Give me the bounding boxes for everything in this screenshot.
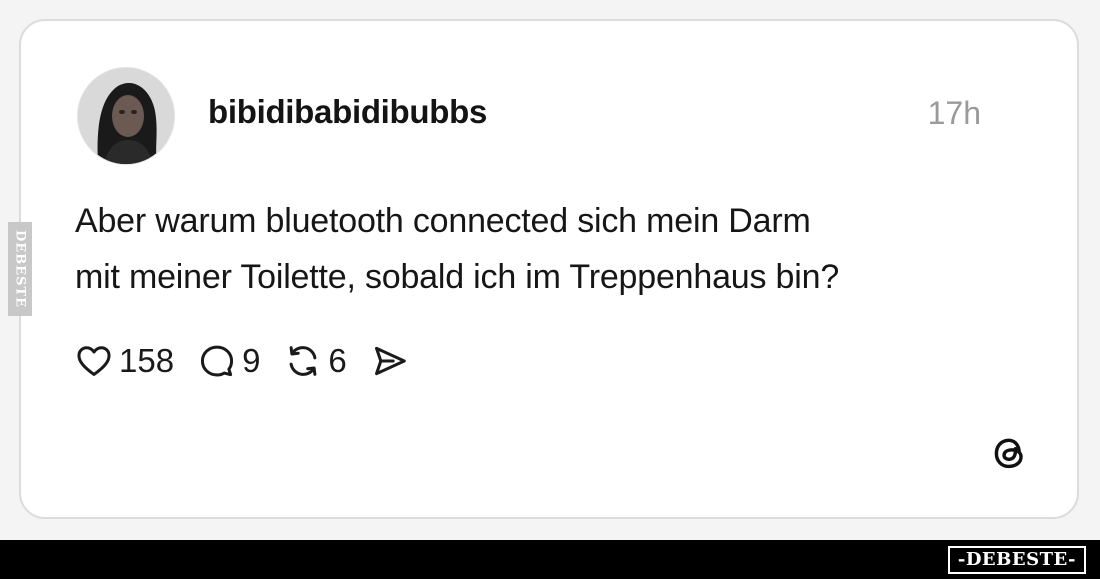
avatar[interactable] bbox=[77, 67, 175, 165]
share-icon bbox=[374, 346, 406, 376]
like-count: 158 bbox=[119, 342, 175, 379]
post-card: bibidibabidibubbs 17h Aber warum bluetoo… bbox=[19, 19, 1079, 519]
footer-logo: -DEBESTE- bbox=[946, 545, 1088, 575]
post-actions: 158 9 6 bbox=[75, 339, 433, 383]
share-button[interactable] bbox=[371, 342, 409, 380]
like-button[interactable]: 158 bbox=[75, 342, 174, 380]
avatar-image bbox=[78, 68, 174, 164]
footer-bar: -DEBESTE- bbox=[0, 540, 1100, 579]
post-timestamp: 17h bbox=[927, 95, 981, 131]
heart-icon bbox=[77, 346, 111, 376]
repost-count: 6 bbox=[328, 342, 347, 379]
watermark: DEBESTE bbox=[8, 222, 32, 316]
repost-icon bbox=[290, 346, 317, 376]
threads-logo-icon[interactable] bbox=[987, 430, 1033, 476]
username[interactable]: bibidibabidibubbs bbox=[208, 93, 487, 131]
repost-button[interactable]: 6 bbox=[284, 342, 347, 380]
post-text-line: mit meiner Toilette, sobald ich im Trepp… bbox=[75, 258, 840, 296]
post-text-line: Aber warum bluetooth connected sich mein… bbox=[75, 202, 811, 240]
post-text: Aber warum bluetooth connected sich mein… bbox=[75, 193, 1035, 305]
comment-icon bbox=[200, 345, 234, 377]
comment-count: 9 bbox=[242, 342, 261, 379]
comment-button[interactable]: 9 bbox=[198, 342, 260, 380]
